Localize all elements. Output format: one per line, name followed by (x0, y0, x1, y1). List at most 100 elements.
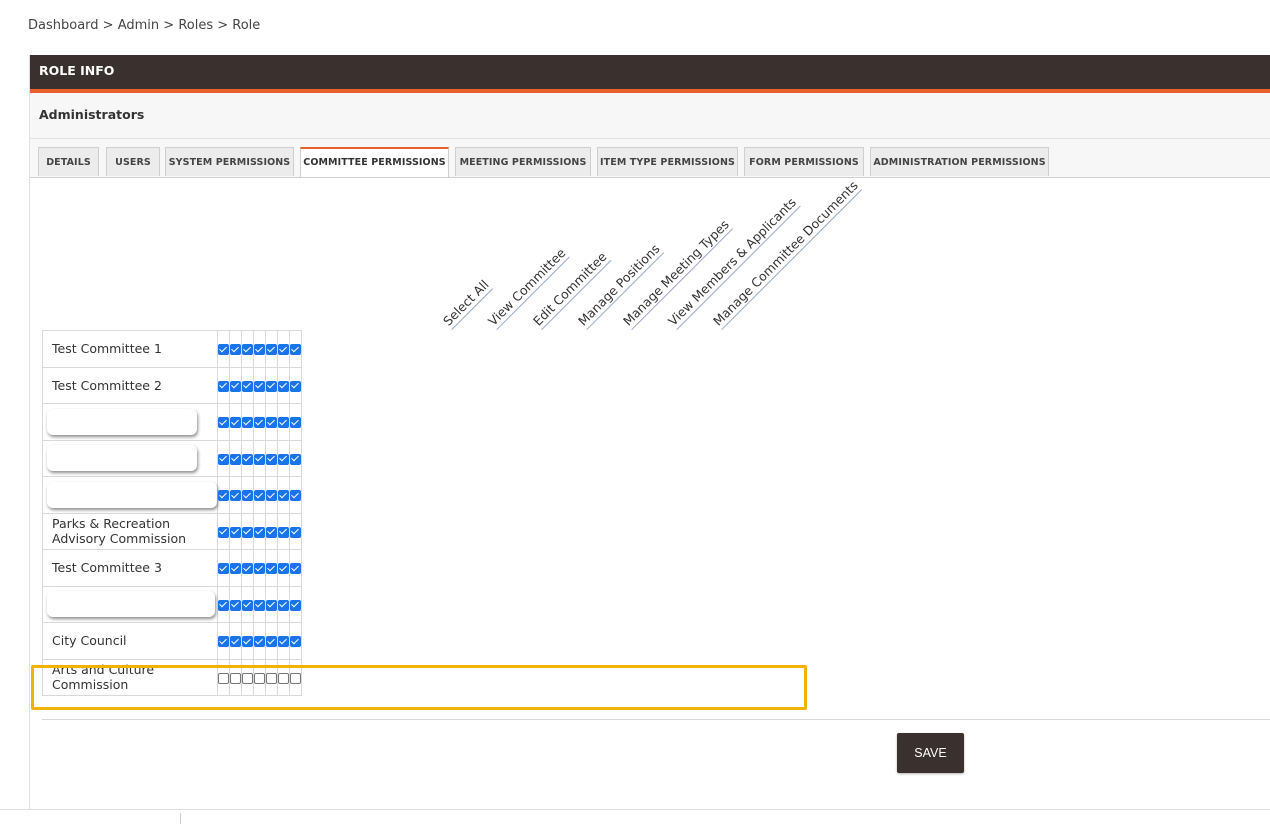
permission-checkbox[interactable] (218, 563, 229, 575)
permission-checkbox[interactable] (290, 417, 301, 429)
permission-checkbox[interactable] (218, 599, 229, 611)
permission-checkbox[interactable] (290, 490, 301, 502)
permission-checkbox[interactable] (218, 380, 229, 392)
permission-checkbox[interactable] (254, 380, 265, 392)
permission-checkbox[interactable] (218, 417, 229, 429)
permission-checkbox[interactable] (230, 563, 241, 575)
permission-checkbox[interactable] (254, 344, 265, 356)
permission-checkbox[interactable] (218, 490, 229, 502)
permission-checkbox[interactable] (290, 599, 301, 611)
permission-checkbox[interactable] (290, 453, 301, 465)
tab-system-permissions[interactable]: SYSTEM PERMISSIONS (165, 147, 294, 176)
permission-checkbox[interactable] (278, 490, 289, 502)
table-row (42, 403, 302, 441)
permission-checkbox[interactable] (218, 344, 229, 356)
permission-checkbox[interactable] (266, 672, 277, 684)
committee-name (42, 439, 218, 477)
permission-checkbox[interactable] (278, 380, 289, 392)
tab-committee-permissions[interactable]: COMMITTEE PERMISSIONS (300, 147, 449, 177)
permission-checkbox[interactable] (254, 526, 265, 538)
permission-checkbox[interactable] (254, 490, 265, 502)
permission-checkbox[interactable] (266, 344, 277, 356)
permission-checkbox[interactable] (290, 526, 301, 538)
breadcrumb-separator: > (98, 18, 118, 33)
permission-checkbox[interactable] (278, 672, 289, 684)
permission-checkbox[interactable] (266, 490, 277, 502)
breadcrumb: Dashboard > Admin > Roles > Role (28, 18, 260, 33)
tab-users[interactable]: USERS (106, 147, 160, 176)
permission-checkbox[interactable] (266, 526, 277, 538)
permission-checkbox[interactable] (278, 453, 289, 465)
permission-checkbox[interactable] (254, 563, 265, 575)
tab-meeting-permissions[interactable]: MEETING PERMISSIONS (455, 147, 591, 176)
breadcrumb-separator: > (213, 18, 233, 33)
tab-form-permissions[interactable]: FORM PERMISSIONS (744, 147, 864, 176)
permission-checkbox[interactable] (278, 344, 289, 356)
permission-cell (217, 330, 230, 368)
permission-checkbox[interactable] (254, 417, 265, 429)
permission-checkbox[interactable] (278, 417, 289, 429)
permission-cell (253, 585, 266, 623)
tab-administration-permissions[interactable]: ADMINISTRATION PERMISSIONS (870, 147, 1049, 176)
permission-cell (217, 439, 230, 477)
permission-checkbox[interactable] (254, 453, 265, 465)
permission-checkbox[interactable] (266, 417, 277, 429)
permission-checkbox[interactable] (278, 599, 289, 611)
permission-checkbox[interactable] (230, 636, 241, 648)
permission-checkbox[interactable] (266, 453, 277, 465)
permission-checkbox[interactable] (230, 453, 241, 465)
permission-checkbox[interactable] (242, 636, 253, 648)
permission-checkbox[interactable] (242, 380, 253, 392)
permission-checkbox[interactable] (266, 636, 277, 648)
permission-checkbox[interactable] (218, 672, 229, 684)
permission-checkbox[interactable] (242, 672, 253, 684)
permission-cell (217, 403, 230, 441)
permission-checkbox[interactable] (290, 380, 301, 392)
permission-checkbox[interactable] (242, 490, 253, 502)
permission-checkbox[interactable] (278, 636, 289, 648)
breadcrumb-admin[interactable]: Admin (118, 18, 159, 33)
permission-checkbox[interactable] (230, 490, 241, 502)
permission-checkbox[interactable] (278, 563, 289, 575)
permission-checkbox[interactable] (266, 599, 277, 611)
permission-cell (265, 330, 278, 368)
permission-checkbox[interactable] (230, 599, 241, 611)
permission-checkbox[interactable] (242, 417, 253, 429)
permission-cell (253, 366, 266, 404)
permission-cell (265, 512, 278, 550)
committee-name (42, 403, 218, 441)
permission-checkbox[interactable] (242, 599, 253, 611)
permission-checkbox[interactable] (230, 672, 241, 684)
redacted-name (47, 445, 197, 472)
permission-cell (241, 658, 254, 696)
permission-checkbox[interactable] (230, 344, 241, 356)
permission-checkbox[interactable] (278, 526, 289, 538)
permission-cell (277, 403, 290, 441)
permission-checkbox[interactable] (266, 563, 277, 575)
permission-checkbox[interactable] (266, 380, 277, 392)
permission-cell (217, 585, 230, 623)
permission-checkbox[interactable] (242, 526, 253, 538)
permission-checkbox[interactable] (230, 526, 241, 538)
permission-checkbox[interactable] (254, 599, 265, 611)
tab-item-type-permissions[interactable]: ITEM TYPE PERMISSIONS (597, 147, 738, 176)
permission-checkbox[interactable] (230, 380, 241, 392)
permission-checkbox[interactable] (254, 672, 265, 684)
permission-checkbox[interactable] (242, 563, 253, 575)
save-button[interactable]: SAVE (897, 733, 964, 773)
table-row: Test Committee 2 (42, 366, 302, 404)
permission-checkbox[interactable] (290, 636, 301, 648)
permission-checkbox[interactable] (218, 453, 229, 465)
permission-checkbox[interactable] (254, 636, 265, 648)
permission-checkbox[interactable] (242, 344, 253, 356)
breadcrumb-roles[interactable]: Roles (178, 18, 213, 33)
permission-checkbox[interactable] (230, 417, 241, 429)
permission-checkbox[interactable] (290, 344, 301, 356)
permission-checkbox[interactable] (290, 563, 301, 575)
permission-checkbox[interactable] (218, 636, 229, 648)
tab-details[interactable]: DETAILS (38, 147, 99, 176)
breadcrumb-dashboard[interactable]: Dashboard (28, 18, 99, 33)
permission-checkbox[interactable] (290, 672, 301, 684)
permission-checkbox[interactable] (218, 526, 229, 538)
permission-checkbox[interactable] (242, 453, 253, 465)
